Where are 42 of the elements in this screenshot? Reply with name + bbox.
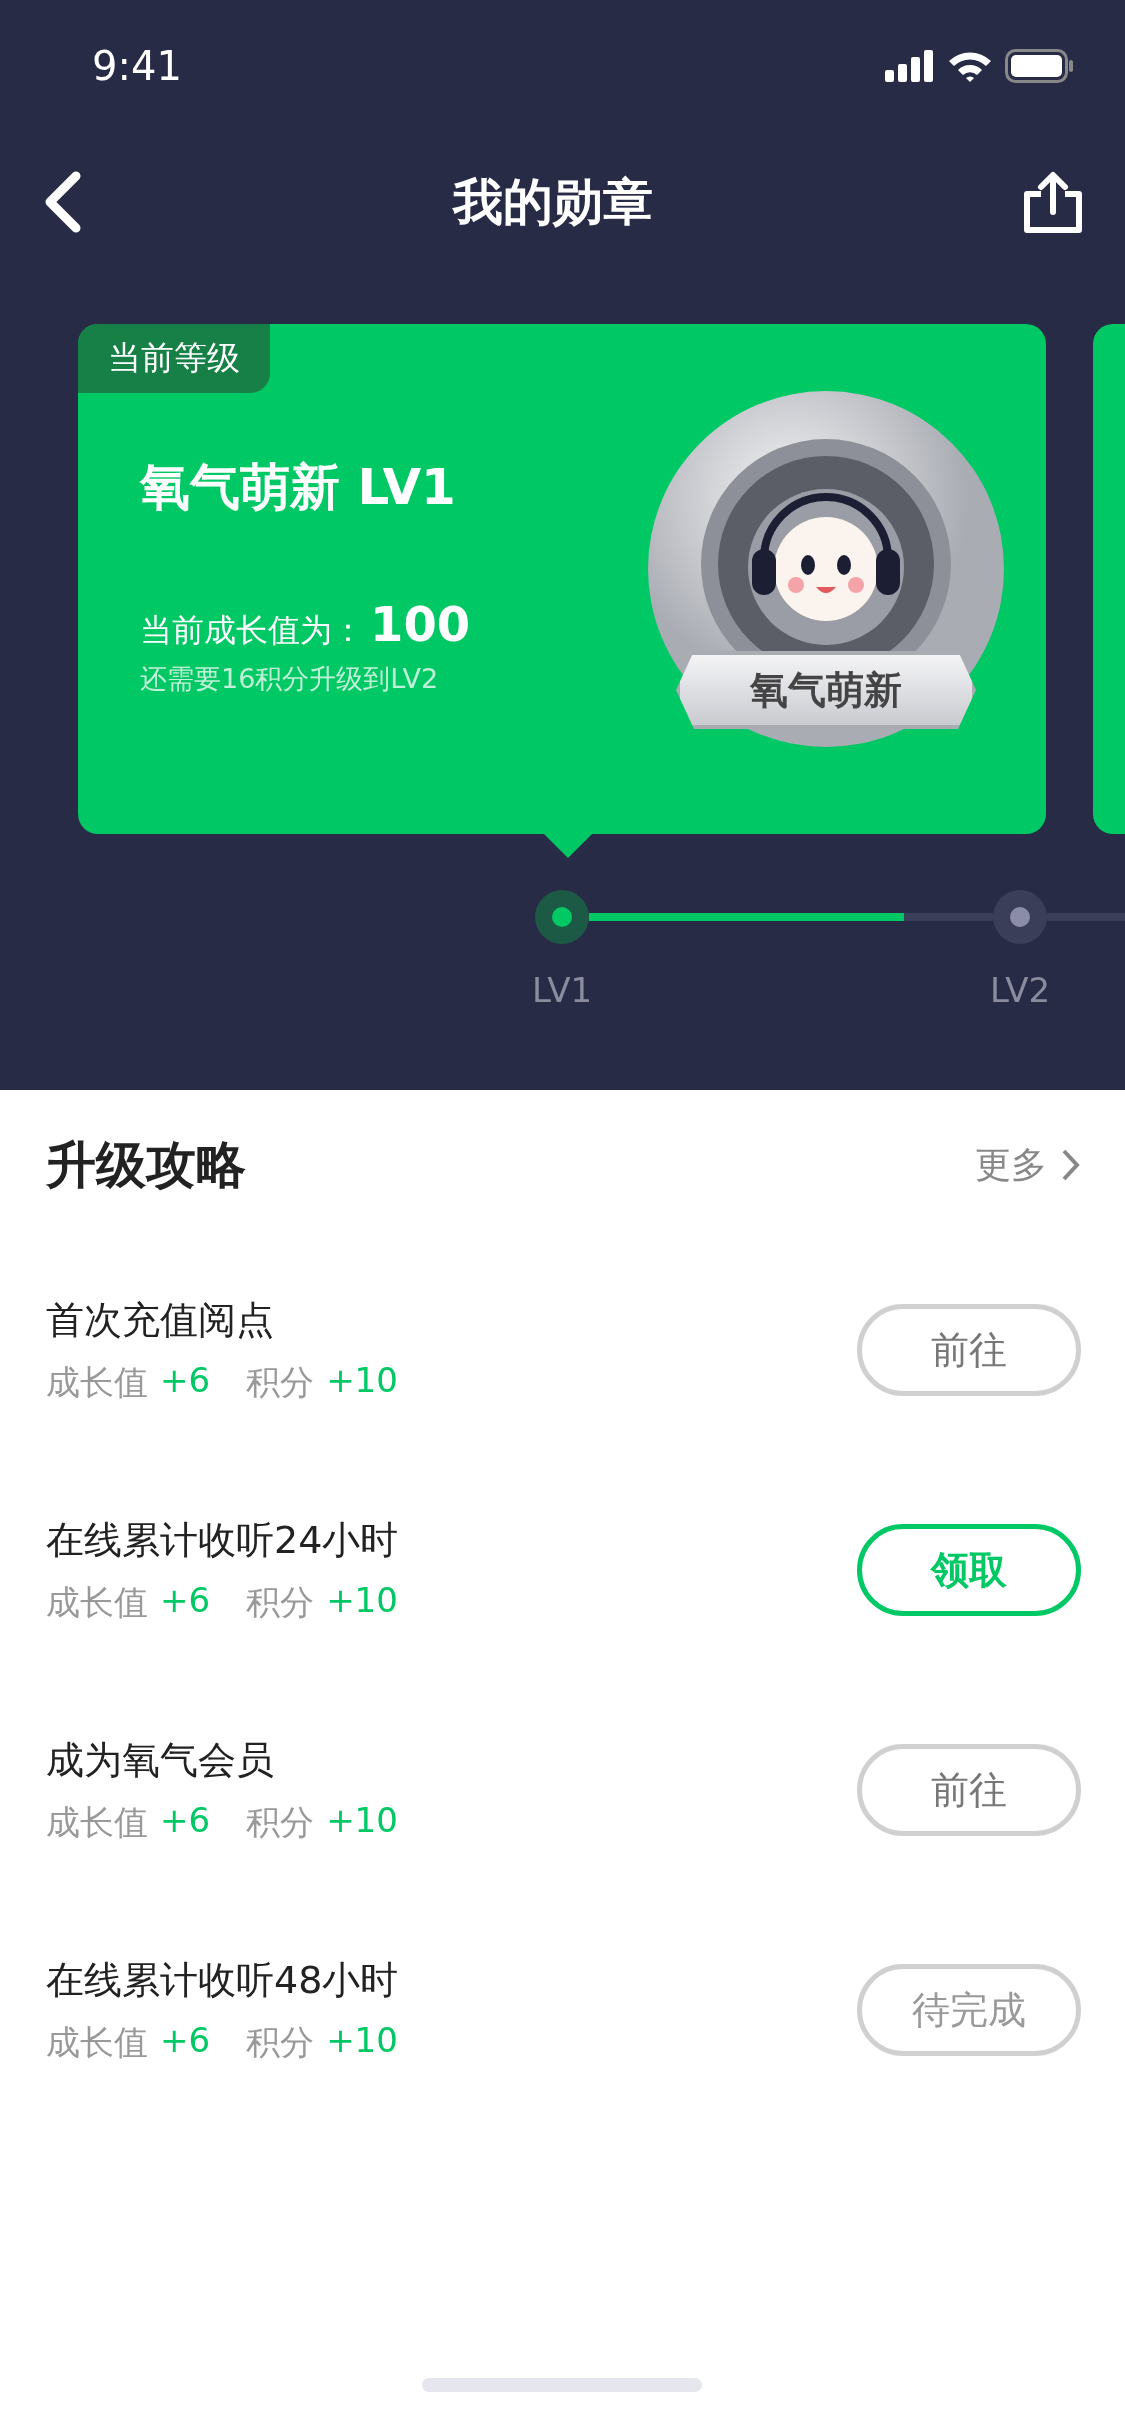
level-label: LV1 — [531, 970, 593, 1010]
level-title: 氧气萌新 LV1 — [140, 457, 457, 518]
growth-reward: +6 — [160, 1799, 211, 1842]
task-title: 在线累计收听48小时 — [46, 1956, 400, 2004]
points-reward: +10 — [326, 1359, 398, 1402]
growth-value: 100 — [370, 596, 471, 652]
growth-label: 成长值 — [46, 1360, 148, 1404]
points-label: 积分 — [246, 1360, 315, 1404]
task-action-button[interactable]: 前往 — [857, 1304, 1081, 1396]
growth-label: 当前成长值为： — [140, 610, 364, 651]
growth-label: 成长值 — [46, 2020, 148, 2064]
status-time: 9:41 — [92, 43, 182, 89]
points-reward: +10 — [326, 1579, 398, 1622]
level-node[interactable] — [535, 890, 589, 944]
growth-label: 成长值 — [46, 1800, 148, 1844]
chevron-icon — [1061, 1148, 1081, 1182]
wifi-icon — [947, 49, 993, 83]
points-label: 积分 — [246, 1800, 315, 1844]
more-link[interactable]: 更多 — [975, 1140, 1081, 1190]
signal-icon — [885, 50, 935, 82]
points-reward: +10 — [326, 1799, 398, 1842]
upgrade-hint: 还需要16积分升级到LV2 — [140, 662, 440, 696]
growth-reward: +6 — [160, 1579, 211, 1622]
task-action-button[interactable]: 待完成 — [857, 1964, 1081, 2056]
points-reward: +10 — [326, 2019, 398, 2062]
task-title: 首次充值阅点 — [46, 1296, 275, 1344]
growth-reward: +6 — [160, 1359, 211, 1402]
points-label: 积分 — [246, 2020, 315, 2064]
current-level-tag: 当前等级 — [78, 324, 270, 393]
points-label: 积分 — [246, 1580, 315, 1624]
section-title: 升级攻略 — [46, 1134, 246, 1196]
badge-label: 氧气萌新 — [676, 651, 976, 729]
level-label: LV2 — [989, 970, 1051, 1010]
page-title: 我的勋章 — [452, 171, 653, 233]
growth-reward: +6 — [160, 2019, 211, 2062]
task-title: 在线累计收听24小时 — [46, 1516, 400, 1564]
task-action-button[interactable]: 领取 — [857, 1524, 1081, 1616]
battery-icon — [1005, 49, 1075, 83]
task-action-button[interactable]: 前往 — [857, 1744, 1081, 1836]
growth-label: 成长值 — [46, 1580, 148, 1624]
share-icon[interactable] — [1021, 170, 1085, 234]
task-title: 成为氧气会员 — [46, 1736, 275, 1784]
